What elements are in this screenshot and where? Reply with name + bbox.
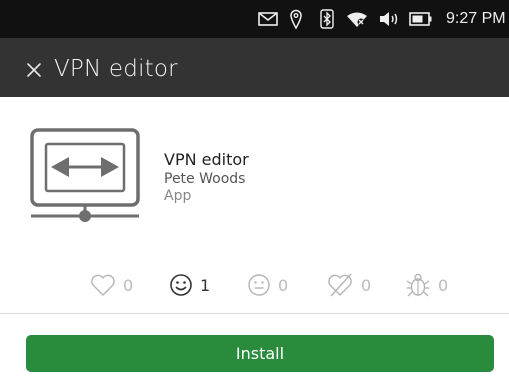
vpn-editor-icon	[30, 128, 140, 222]
app-name: VPN editor	[164, 150, 249, 169]
rating-neutral[interactable]: 0	[247, 272, 288, 298]
messages-icon	[258, 12, 278, 26]
heart-icon	[91, 274, 115, 296]
app-type: App	[164, 188, 192, 204]
bug-icon	[406, 273, 430, 297]
rating-bug[interactable]: 0	[405, 272, 448, 298]
page-title: VPN editor	[54, 56, 178, 82]
rating-happy[interactable]: 1	[169, 272, 210, 298]
status-time: 9:27 PM	[446, 10, 506, 27]
rating-count: 0	[361, 275, 372, 295]
location-icon	[290, 9, 302, 29]
battery-icon	[409, 12, 432, 26]
rating-heart[interactable]: 0	[90, 272, 133, 298]
broken-heart-icon	[328, 273, 352, 297]
app-author: Pete Woods	[164, 171, 246, 187]
rating-broken-heart[interactable]: 0	[326, 272, 371, 298]
rating-count: 1	[200, 275, 211, 295]
install-button[interactable]: Install	[26, 335, 494, 372]
volume-icon	[380, 12, 398, 26]
close-icon[interactable]	[26, 62, 42, 78]
status-bar: 9:27 PM	[0, 0, 509, 38]
bluetooth-icon	[320, 9, 334, 29]
divider	[0, 313, 509, 314]
neutral-face-icon	[248, 274, 270, 296]
rating-count: 0	[278, 275, 289, 295]
happy-face-icon	[170, 274, 192, 296]
wifi-icon	[347, 12, 367, 27]
rating-count: 0	[438, 275, 449, 295]
rating-count: 0	[123, 275, 134, 295]
